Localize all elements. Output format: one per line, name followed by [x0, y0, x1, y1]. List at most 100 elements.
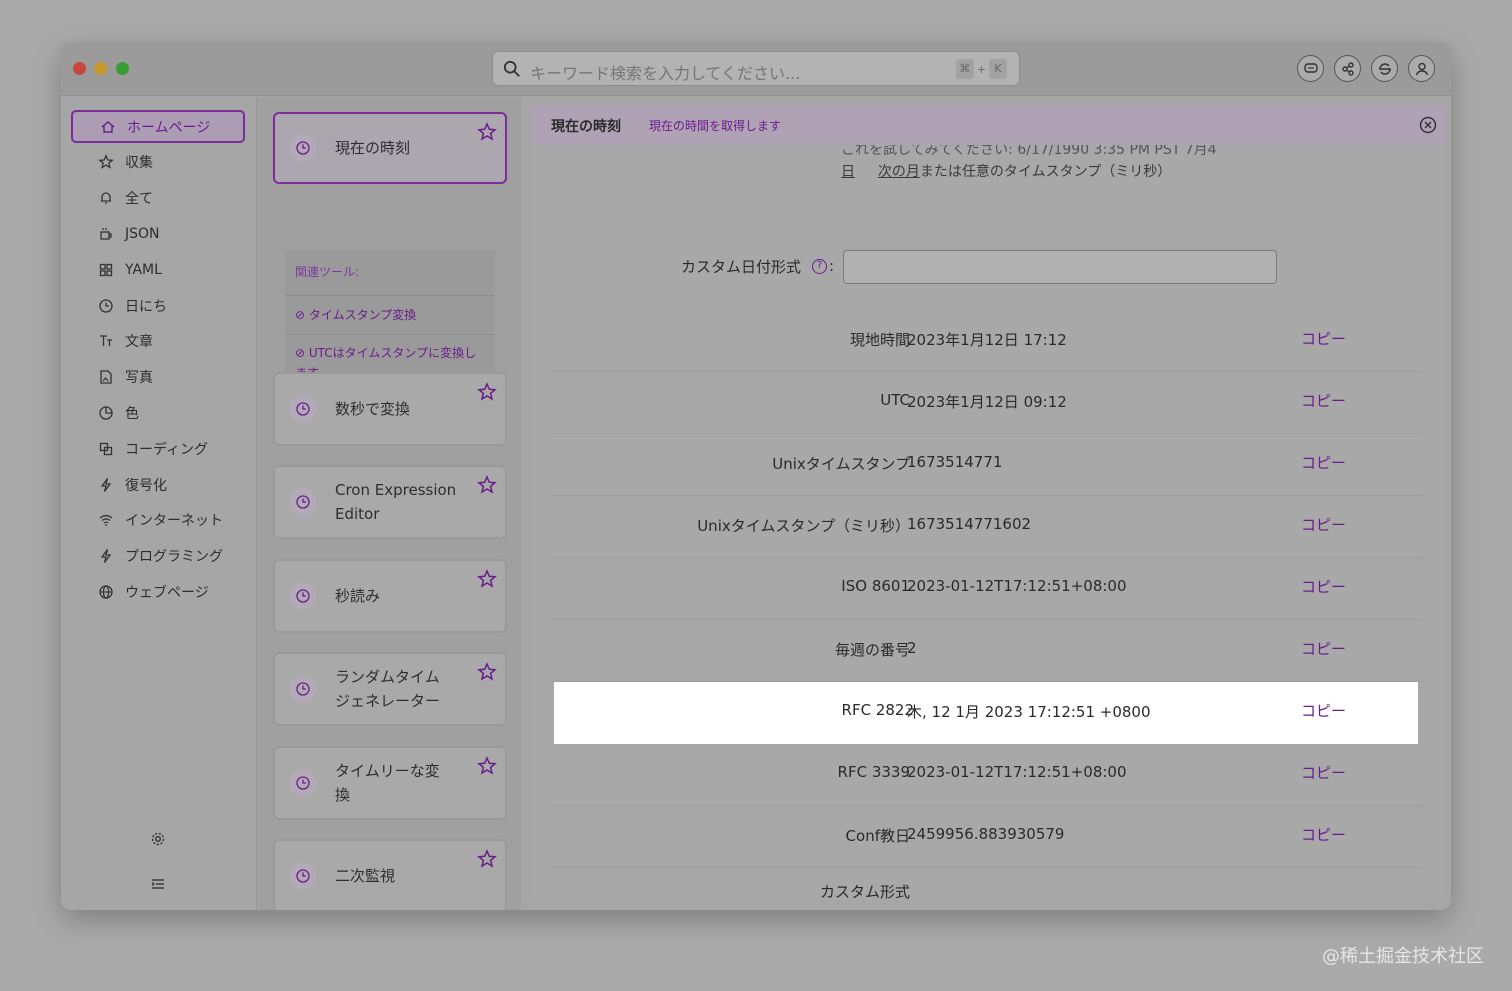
copy-button[interactable]: コピー — [1301, 762, 1346, 783]
share-icon[interactable] — [1334, 55, 1361, 82]
tool-card-5[interactable]: タイムリーな変換 — [273, 746, 507, 820]
copy-button[interactable]: コピー — [1301, 390, 1346, 411]
clock-icon — [289, 862, 317, 890]
sidebar-item-13[interactable]: ウェブページ — [71, 575, 245, 608]
tool-card-6[interactable]: 二次監視 — [273, 839, 507, 910]
pie-icon — [97, 404, 115, 422]
maximize-window-button[interactable] — [116, 62, 129, 75]
search-shortcut: ⌘ + K — [955, 59, 1007, 79]
copy-button[interactable]: コピー — [1301, 452, 1346, 473]
sidebar-item-6[interactable]: 文章 — [71, 325, 245, 358]
tool-card-title: Cron Expression Editor — [335, 481, 457, 523]
sidebar-item-label: コーディング — [125, 441, 209, 458]
text-icon — [97, 332, 115, 350]
sidebar-item-label: JSON — [125, 225, 160, 242]
sidebar-item-9[interactable]: コーディング — [71, 432, 245, 465]
tool-card-title: 数秒で変換 — [335, 400, 411, 418]
copy-icon — [97, 440, 115, 458]
tool-card-title: タイムリーな変換 — [335, 762, 440, 804]
collapse-menu-icon[interactable] — [149, 875, 167, 893]
sidebar-item-label: 色 — [125, 405, 139, 422]
sidebar-item-2[interactable]: 全て — [71, 182, 245, 215]
plus-sign: + — [976, 62, 986, 76]
sidebar-item-5[interactable]: 日にち — [71, 289, 245, 322]
close-icon[interactable] — [1419, 116, 1437, 134]
favorite-star-icon[interactable] — [477, 569, 497, 589]
copy-button[interactable]: コピー — [1301, 824, 1346, 845]
favorite-star-icon[interactable] — [477, 382, 497, 402]
copy-button[interactable]: コピー — [1301, 576, 1346, 597]
result-label: Unixタイムスタンプ — [772, 455, 910, 473]
sidebar-item-4[interactable]: YAML — [71, 253, 245, 286]
close-window-button[interactable] — [73, 62, 86, 75]
link-icon: ⊘ — [295, 346, 309, 360]
tool-card-3[interactable]: 秒読み — [273, 559, 507, 633]
sidebar-item-12[interactable]: プログラミング — [71, 540, 245, 573]
related-link-timestamp[interactable]: ⊘ タイムスタンプ変換 — [295, 305, 485, 325]
result-label: ISO 8601 — [841, 577, 910, 595]
tool-card-2[interactable]: Cron Expression Editor — [273, 465, 507, 539]
sidebar-item-label: 全て — [125, 191, 153, 208]
result-label: 現地時間 — [849, 331, 910, 349]
result-label: カスタム形式 — [819, 883, 910, 900]
favorite-star-icon[interactable] — [477, 849, 497, 869]
favorite-star-icon[interactable] — [477, 662, 497, 682]
custom-format-colon: : — [829, 257, 835, 275]
sidebar-item-label: 写真 — [125, 370, 153, 387]
favorite-star-icon[interactable] — [477, 475, 497, 495]
image-file-icon — [97, 368, 115, 386]
settings-gear-icon[interactable] — [149, 830, 167, 848]
sidebar-item-label: 日にち — [125, 298, 167, 315]
related-tools-heading: 関連ツール: — [295, 265, 360, 279]
minimize-window-button[interactable] — [94, 62, 107, 75]
watermark: @稀土掘金技术社区 — [1322, 946, 1484, 967]
sidebar-item-8[interactable]: 色 — [71, 396, 245, 429]
copy-button[interactable]: コピー — [1301, 638, 1346, 659]
sync-icon[interactable] — [1371, 55, 1398, 82]
tool-card-0[interactable]: 現在の時刻 — [273, 112, 507, 184]
result-row: ISO 8601 2023-01-12T17:12:51+08:00 コピー — [551, 558, 1423, 620]
favorite-star-icon[interactable] — [477, 756, 497, 776]
sidebar-item-label: YAML — [125, 261, 162, 278]
result-label: RFC 3339 — [837, 763, 910, 781]
result-value: 2 — [907, 639, 917, 657]
tool-card-1[interactable]: 数秒で変換 — [273, 372, 507, 446]
sidebar-item-0[interactable]: ホームページ — [71, 110, 245, 143]
custom-format-input[interactable] — [843, 250, 1277, 284]
sidebar-item-3[interactable]: JSON — [71, 217, 245, 250]
result-row: Unixタイムスタンプ（ミリ秒） 1673514771602 コピー — [551, 496, 1423, 558]
user-icon[interactable] — [1408, 55, 1435, 82]
sidebar-item-1[interactable]: 収集 — [71, 146, 245, 179]
tool-panel: これを試してみてください: 6/17/1990 3:35 PM PST 7月4 … — [529, 105, 1445, 900]
tool-card-4[interactable]: ランダムタイムジェネレーター — [273, 652, 507, 726]
sidebar-item-10[interactable]: 復号化 — [71, 468, 245, 501]
chat-icon[interactable] — [1297, 55, 1324, 82]
copy-button[interactable]: コピー — [1301, 700, 1346, 721]
mug-icon — [97, 225, 115, 243]
intro-rest: または任意のタイムスタンプ（ミリ秒） — [919, 164, 1172, 180]
bell-icon — [97, 189, 115, 207]
cmd-key: ⌘ — [955, 59, 974, 79]
clock-icon — [97, 297, 115, 315]
clock-icon — [289, 582, 317, 610]
clock-icon — [289, 675, 317, 703]
next-month-link[interactable]: 次の月 — [878, 164, 920, 180]
result-value: 2023-01-12T17:12:51+08:00 — [907, 763, 1127, 781]
copy-button[interactable]: コピー — [1301, 328, 1346, 349]
tool-card-title: ランダムタイムジェネレーター — [335, 668, 441, 710]
sidebar-item-11[interactable]: インターネット — [71, 504, 245, 537]
panel-title: 現在の時刻 — [551, 119, 621, 135]
help-icon[interactable]: ? — [812, 259, 827, 274]
favorite-star-icon[interactable] — [477, 122, 497, 142]
search-bar[interactable]: キーワード検索を入力してください... ⌘ + K — [492, 51, 1020, 86]
result-value: 2459956.883930579 — [907, 825, 1065, 843]
intro-day-link[interactable]: 日 — [841, 164, 855, 180]
result-label: UTC — [880, 391, 910, 409]
result-value: 木, 12 1月 2023 17:12:51 +0800 — [907, 703, 1151, 721]
copy-button[interactable]: コピー — [1301, 514, 1346, 535]
bolt-icon — [97, 547, 115, 565]
result-row: Unixタイムスタンプ 1673514771 コピー — [551, 434, 1423, 496]
sidebar-item-7[interactable]: 写真 — [71, 361, 245, 394]
result-label: 毎週の番号 — [834, 641, 910, 659]
sidebar-item-label: 収集 — [125, 155, 153, 172]
